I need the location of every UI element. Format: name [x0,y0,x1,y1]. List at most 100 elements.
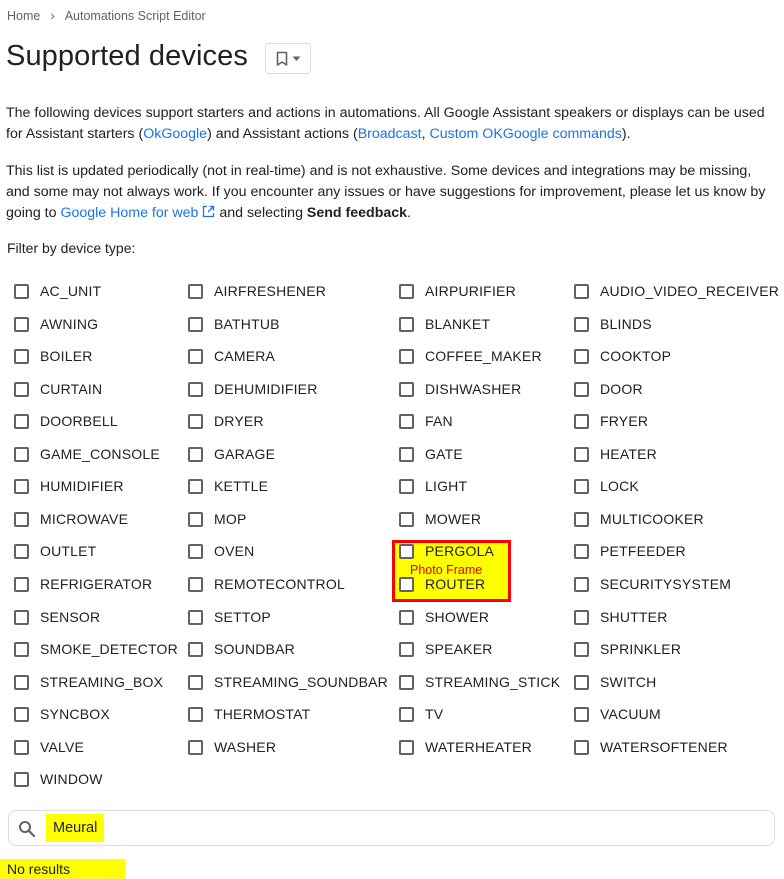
checkbox[interactable] [399,283,414,299]
checkbox[interactable] [14,576,29,592]
filter-option[interactable]: GAME_CONSOLE [14,442,160,466]
filter-option[interactable]: WASHER [188,735,276,759]
checkbox[interactable] [574,739,589,755]
device-search-box[interactable]: Meural [8,810,775,846]
checkbox[interactable] [14,348,29,364]
checkbox[interactable] [14,316,29,332]
filter-option[interactable]: WATERSOFTENER [574,735,728,759]
checkbox[interactable] [188,543,203,559]
filter-option[interactable]: COFFEE_MAKER [399,344,542,368]
checkbox[interactable] [574,348,589,364]
filter-option[interactable]: DRYER [188,409,264,433]
checkbox[interactable] [14,543,29,559]
filter-option[interactable]: DOOR [574,377,643,401]
filter-option[interactable]: MOWER [399,507,481,531]
checkbox[interactable] [188,413,203,429]
checkbox[interactable] [188,316,203,332]
checkbox[interactable] [574,576,589,592]
filter-option[interactable]: AWNING [14,312,98,336]
filter-option[interactable]: SPRINKLER [574,637,681,661]
filter-option[interactable]: MICROWAVE [14,507,128,531]
filter-option[interactable]: SHUTTER [574,605,668,629]
filter-option[interactable]: WATERHEATER [399,735,532,759]
bookmark-button[interactable] [265,43,311,74]
checkbox[interactable] [399,706,414,722]
filter-option[interactable]: STREAMING_BOX [14,670,163,694]
checkbox[interactable] [14,674,29,690]
checkbox[interactable] [399,543,414,559]
checkbox[interactable] [399,316,414,332]
filter-option[interactable]: VACUUM [574,702,661,726]
checkbox[interactable] [399,348,414,364]
checkbox[interactable] [399,739,414,755]
checkbox[interactable] [14,413,29,429]
filter-option[interactable]: BATHTUB [188,312,280,336]
filter-option[interactable]: LOCK [574,474,639,498]
filter-option[interactable]: OVEN [188,539,254,563]
checkbox[interactable] [14,706,29,722]
filter-option[interactable]: AIRFRESHENER [188,279,326,303]
checkbox[interactable] [14,381,29,397]
checkbox[interactable] [574,543,589,559]
checkbox[interactable] [399,381,414,397]
checkbox[interactable] [399,576,414,592]
filter-option[interactable]: GARAGE [188,442,275,466]
filter-option[interactable]: STREAMING_STICK [399,670,560,694]
filter-option[interactable]: AIRPURIFIER [399,279,516,303]
checkbox[interactable] [14,609,29,625]
checkbox[interactable] [574,706,589,722]
filter-option[interactable]: SPEAKER [399,637,493,661]
filter-option[interactable]: COOKTOP [574,344,671,368]
filter-option[interactable]: BOILER [14,344,93,368]
filter-option[interactable]: HUMIDIFIER [14,474,124,498]
filter-option[interactable]: PERGOLA [399,539,494,563]
filter-option[interactable]: DOORBELL [14,409,118,433]
checkbox[interactable] [188,348,203,364]
filter-option[interactable]: SECURITYSYSTEM [574,572,731,596]
checkbox[interactable] [188,641,203,657]
checkbox[interactable] [188,674,203,690]
search-input[interactable]: Meural [46,814,105,842]
checkbox[interactable] [574,283,589,299]
checkbox[interactable] [14,446,29,462]
filter-option[interactable]: GATE [399,442,463,466]
checkbox[interactable] [574,609,589,625]
filter-option[interactable]: SENSOR [14,605,100,629]
filter-option[interactable]: KETTLE [188,474,268,498]
okgoogle-link[interactable]: OkGoogle [143,126,207,142]
checkbox[interactable] [14,511,29,527]
checkbox[interactable] [14,739,29,755]
filter-option[interactable]: MULTICOOKER [574,507,704,531]
broadcast-link[interactable]: Broadcast [358,126,422,142]
checkbox[interactable] [188,283,203,299]
breadcrumb-current-link[interactable]: Automations Script Editor [65,9,206,23]
filter-option[interactable]: HEATER [574,442,657,466]
checkbox[interactable] [14,641,29,657]
filter-option[interactable]: OUTLET [14,539,96,563]
checkbox[interactable] [188,576,203,592]
checkbox[interactable] [574,674,589,690]
filter-option[interactable]: SOUNDBAR [188,637,295,661]
checkbox[interactable] [574,446,589,462]
checkbox[interactable] [188,609,203,625]
filter-option[interactable]: DISHWASHER [399,377,521,401]
checkbox[interactable] [574,478,589,494]
filter-option[interactable]: BLANKET [399,312,490,336]
filter-option[interactable]: SWITCH [574,670,656,694]
checkbox[interactable] [188,381,203,397]
filter-option[interactable]: SHOWER [399,605,489,629]
filter-option[interactable]: REFRIGERATOR [14,572,152,596]
filter-option[interactable]: TV [399,702,443,726]
checkbox[interactable] [399,641,414,657]
checkbox[interactable] [188,511,203,527]
checkbox[interactable] [574,511,589,527]
filter-option[interactable]: CAMERA [188,344,275,368]
checkbox[interactable] [399,478,414,494]
checkbox[interactable] [574,381,589,397]
filter-option[interactable]: PETFEEDER [574,539,686,563]
checkbox[interactable] [399,446,414,462]
filter-option[interactable]: REMOTECONTROL [188,572,345,596]
checkbox[interactable] [188,478,203,494]
checkbox[interactable] [14,478,29,494]
filter-option[interactable]: STREAMING_SOUNDBAR [188,670,388,694]
